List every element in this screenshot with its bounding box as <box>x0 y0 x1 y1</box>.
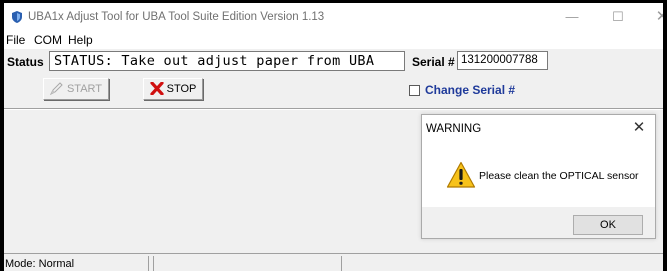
warning-dialog: WARNING ✕ Please clean the OPTICAL senso… <box>421 114 656 239</box>
status-field: STATUS: Take out adjust paper from UBA <box>49 51 405 71</box>
divider-highlight <box>4 109 663 110</box>
app-shield-icon <box>12 11 22 23</box>
mode-status: Mode: Normal <box>5 258 75 270</box>
app-window: UBA1x Adjust Tool for UBA Tool Suite Edi… <box>4 3 663 271</box>
status-bar-panel-divider <box>153 256 154 271</box>
start-label: START <box>66 83 103 95</box>
dialog-message: Please clean the OPTICAL sensor <box>479 170 639 182</box>
title-bar: UBA1x Adjust Tool for UBA Tool Suite Edi… <box>4 3 663 31</box>
menu-bar: File COM Help <box>4 31 663 49</box>
dialog-close-button[interactable]: ✕ <box>630 119 648 137</box>
serial-input[interactable]: 131200007788 <box>457 51 548 70</box>
maximize-button[interactable]: ☐ <box>603 7 633 27</box>
red-x-icon <box>150 81 164 95</box>
dialog-title: WARNING <box>426 123 482 135</box>
window-title: UBA1x Adjust Tool for UBA Tool Suite Edi… <box>28 11 325 23</box>
close-button[interactable]: ✕ <box>647 7 663 27</box>
minimize-button[interactable]: — <box>557 7 587 27</box>
warning-icon <box>446 161 476 188</box>
menu-file[interactable]: File <box>6 33 25 47</box>
stop-label: STOP <box>166 83 197 95</box>
menu-com[interactable]: COM <box>34 33 62 47</box>
status-bar-panel-divider <box>341 256 342 271</box>
status-label: Status <box>7 55 44 69</box>
status-bar <box>4 253 663 271</box>
menu-help[interactable]: Help <box>68 33 93 47</box>
change-serial-checkbox[interactable] <box>409 85 420 96</box>
ok-button[interactable]: OK <box>573 215 643 235</box>
change-serial-label[interactable]: Change Serial # <box>425 83 515 97</box>
serial-label: Serial # <box>412 55 455 69</box>
start-button[interactable]: START <box>43 78 109 100</box>
status-bar-panel-divider <box>148 256 149 271</box>
pencil-check-icon <box>49 81 63 95</box>
stop-button[interactable]: STOP <box>143 78 203 100</box>
